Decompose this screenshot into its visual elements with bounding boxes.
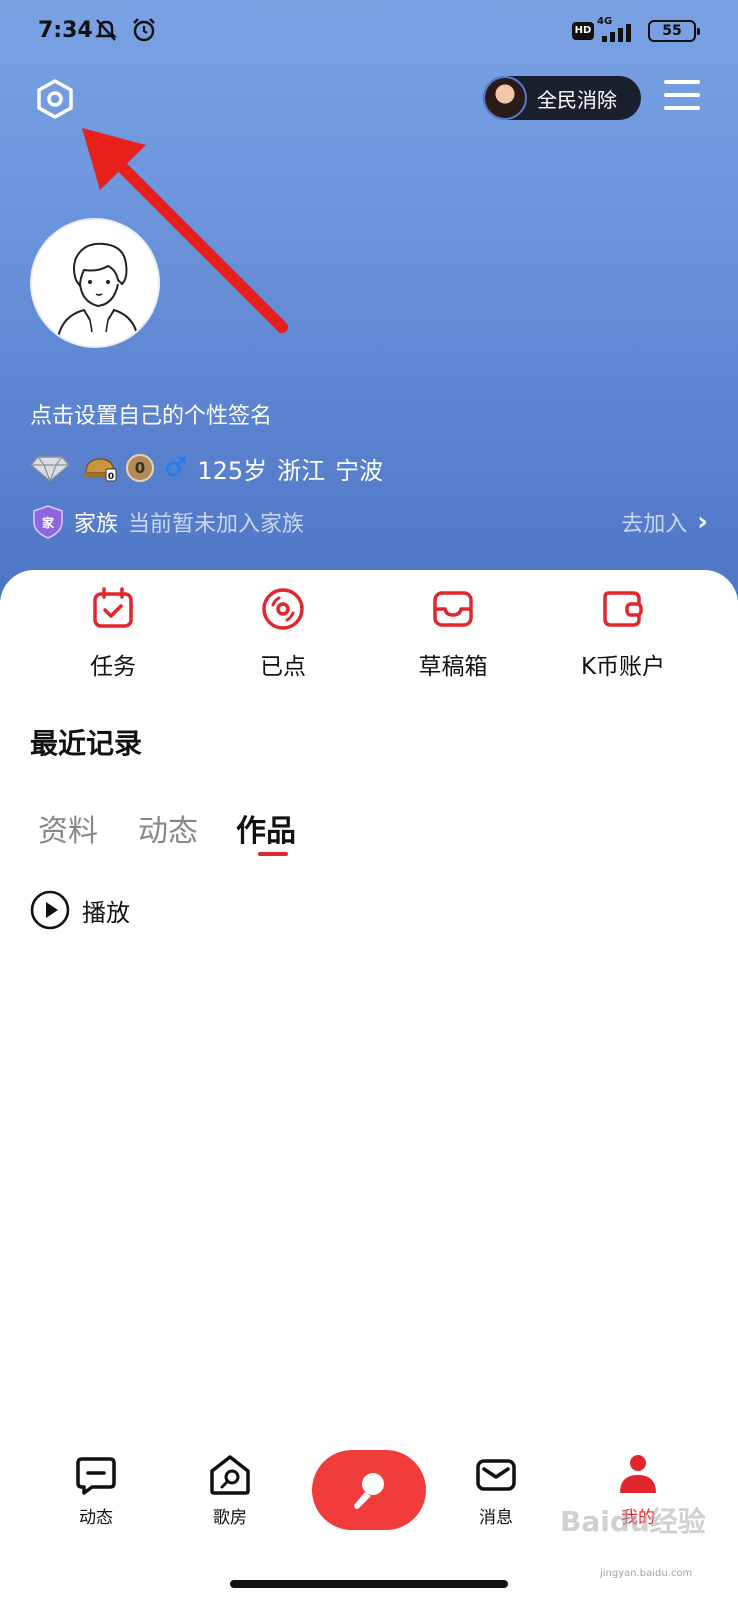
- city-text: 宁波: [335, 456, 384, 485]
- sing-button[interactable]: [312, 1450, 426, 1530]
- helmet-level-icon[interactable]: 0: [82, 453, 118, 483]
- avatar[interactable]: [30, 218, 160, 348]
- nav-item-messages[interactable]: 消息: [446, 1453, 546, 1528]
- calendar-check-icon: [93, 587, 133, 628]
- quick-action-requested[interactable]: 已点: [198, 585, 368, 681]
- hd-badge: HD: [572, 22, 594, 40]
- quick-actions: 任务 已点 草稿箱 K币账户: [0, 585, 738, 695]
- watermark: Baidu经验: [560, 1505, 706, 1538]
- chevron-right-icon: ›: [697, 507, 708, 537]
- status-bar: 7:34 HD 4G 55: [0, 0, 738, 64]
- menu-icon[interactable]: [664, 80, 700, 114]
- active-tab-indicator: [258, 852, 288, 856]
- province-text: 浙江: [277, 456, 326, 485]
- quick-action-label: K币账户: [580, 654, 666, 680]
- profile-badges: 0 0 ♂ 125岁 浙江 宁波: [30, 450, 383, 486]
- play-all-button[interactable]: 播放: [30, 888, 130, 932]
- family-join-label: 去加入: [621, 512, 688, 537]
- age-text: 125岁: [197, 456, 268, 485]
- diamond-level-icon[interactable]: [30, 453, 70, 483]
- alarm-icon: [133, 18, 155, 42]
- quick-action-label: 任务: [90, 654, 136, 680]
- promo-game-button[interactable]: 全民消除: [483, 76, 641, 120]
- svg-text:0: 0: [108, 472, 114, 482]
- family-shield-icon: 家: [33, 505, 63, 539]
- play-label: 播放: [82, 898, 130, 927]
- quick-action-tasks[interactable]: 任务: [28, 585, 198, 681]
- home-indicator[interactable]: [230, 1580, 508, 1588]
- disc-icon: [262, 588, 304, 630]
- promo-game-avatar: [483, 76, 527, 120]
- avatar-illustration: [57, 242, 139, 339]
- tab-activity[interactable]: 动态: [138, 806, 198, 850]
- signal-icon: [602, 24, 631, 42]
- recent-records-title: 最近记录: [30, 727, 143, 760]
- promo-game-label: 全民消除: [537, 87, 617, 112]
- gender-icon: ♂: [164, 453, 188, 483]
- quick-action-label: 草稿箱: [418, 654, 488, 680]
- watermark-url: jingyan.baidu.com: [600, 1568, 693, 1579]
- battery-icon: 55: [648, 20, 700, 42]
- nav-label: 歌房: [213, 1508, 247, 1528]
- quick-action-kcoin-account[interactable]: K币账户: [538, 585, 708, 681]
- status-time: 7:34: [38, 18, 93, 43]
- svg-text:家: 家: [42, 515, 55, 530]
- inbox-icon: [433, 591, 473, 627]
- family-label: 家族: [74, 512, 119, 537]
- person-icon: [620, 1455, 656, 1493]
- nav-item-feed[interactable]: 动态: [46, 1453, 146, 1528]
- envelope-icon: [476, 1459, 516, 1491]
- quick-action-drafts[interactable]: 草稿箱: [368, 585, 538, 681]
- microphone-icon: [354, 1473, 384, 1509]
- tab-profile-info[interactable]: 资料: [38, 806, 98, 850]
- tab-works[interactable]: 作品: [236, 806, 296, 850]
- nav-label: 动态: [79, 1508, 113, 1528]
- coin-level-badge[interactable]: 0: [126, 454, 154, 482]
- house-icon: [210, 1455, 250, 1495]
- play-icon: [30, 890, 70, 930]
- nav-label: 消息: [479, 1508, 513, 1528]
- family-status: 当前暂未加入家族: [128, 512, 305, 537]
- signature-text[interactable]: 点击设置自己的个性签名: [30, 398, 272, 430]
- nav-item-song-room[interactable]: 歌房: [180, 1453, 280, 1528]
- family-join-link[interactable]: 去加入 ›: [621, 506, 708, 538]
- wallet-icon: [603, 591, 643, 627]
- family-row[interactable]: 家 家族 当前暂未加入家族 去加入 ›: [30, 502, 708, 542]
- chat-bubble-icon: [76, 1457, 116, 1495]
- quick-action-label: 已点: [260, 654, 306, 680]
- mute-icon: [95, 19, 117, 41]
- settings-icon[interactable]: [34, 78, 76, 120]
